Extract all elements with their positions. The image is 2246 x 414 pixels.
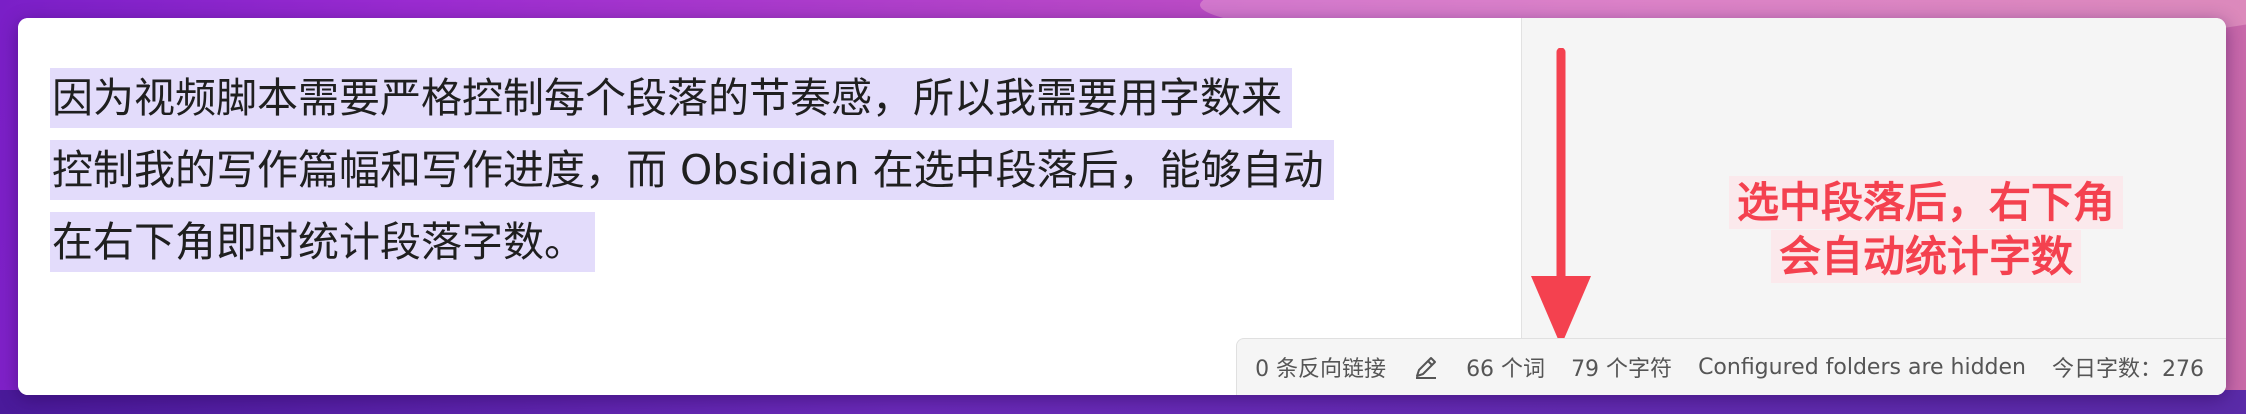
annotation-line-1: 选中段落后，右下角	[1728, 176, 2123, 229]
hidden-folders-notice[interactable]: Configured folders are hidden	[1698, 355, 2026, 380]
word-count: 66 个词	[1466, 357, 1546, 382]
backlinks-count[interactable]: 0 条反向链接	[1255, 351, 1386, 383]
status-bar: 0 条反向链接 66 个词 79 个字符 Configured folders …	[1236, 338, 2226, 395]
annotation-line-2: 会自动统计字数	[1770, 230, 2081, 283]
paragraph-line-2[interactable]: 控制我的写作篇幅和写作进度，而 Obsidian 在选中段落后，能够自动	[50, 140, 1334, 200]
annotation-callout: 选中段落后，右下角 会自动统计字数	[1676, 176, 2176, 284]
pencil-icon[interactable]	[1412, 353, 1440, 381]
daily-word-count[interactable]: 今日字数：276	[2052, 351, 2204, 383]
paragraph-line-3[interactable]: 在右下角即时统计段落字数。	[50, 212, 595, 272]
desktop-screenshot: 因为视频脚本需要严格控制每个段落的节奏感，所以我需要用字数来 控制我的写作篇幅和写…	[0, 0, 2246, 414]
down-arrow-icon	[1531, 48, 1591, 346]
paragraph-line-1[interactable]: 因为视频脚本需要严格控制每个段落的节奏感，所以我需要用字数来	[50, 68, 1292, 128]
character-count: 79 个字符	[1571, 357, 1673, 382]
selected-paragraph[interactable]: 因为视频脚本需要严格控制每个段落的节奏感，所以我需要用字数来 控制我的写作篇幅和写…	[50, 62, 1490, 278]
obsidian-window: 因为视频脚本需要严格控制每个段落的节奏感，所以我需要用字数来 控制我的写作篇幅和写…	[18, 18, 2226, 395]
